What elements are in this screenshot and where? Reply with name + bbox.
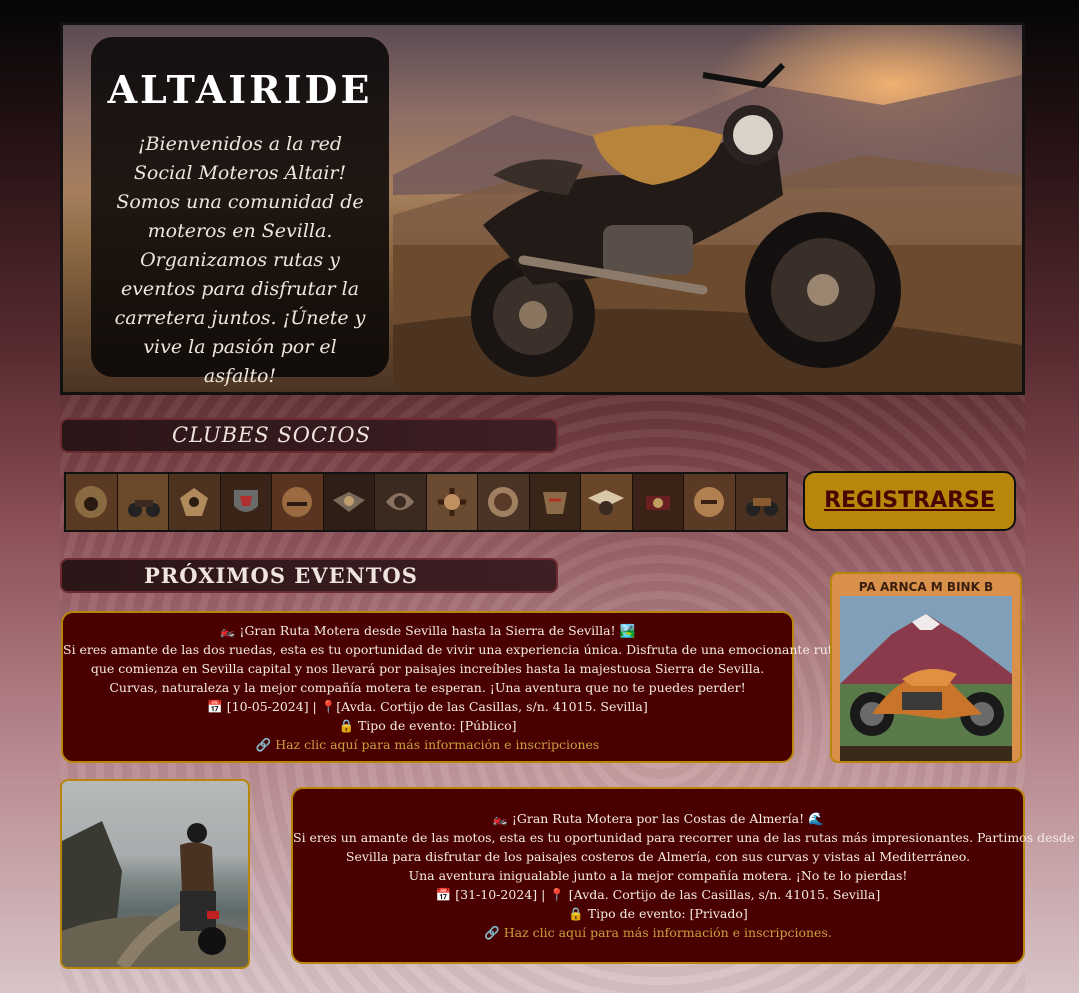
event-card: 🏍️ ¡Gran Ruta Motera por las Costas de A…: [291, 787, 1075, 964]
event-info-link[interactable]: 🔗 Haz clic aquí para más información e i…: [293, 923, 1023, 942]
event-description-line: Si eres un amante de las motos, esta es …: [293, 830, 1075, 845]
welcome-text: ¡Bienvenidos a la red Social Moteros Alt…: [114, 133, 366, 387]
event-title: 🏍️ ¡Gran Ruta Motera desde Sevilla hasta…: [219, 623, 636, 638]
event-info-link[interactable]: 🔗 Haz clic aquí para más información e i…: [63, 735, 792, 754]
club-logo[interactable]: [169, 474, 221, 530]
club-logo[interactable]: [632, 474, 684, 530]
club-logos-strip: [64, 472, 788, 532]
event-description-line: Sevilla para disfrutar de los paisajes c…: [345, 849, 971, 864]
event-date-location: 📅 [10-05-2024] | 📍[Avda. Cortijo de las …: [207, 699, 648, 714]
club-logo[interactable]: [684, 474, 736, 530]
clubs-heading: CLUBES SOCIOS: [60, 418, 558, 453]
club-logo[interactable]: [529, 474, 581, 530]
event-type: 🔒 Tipo de evento: [Público]: [338, 718, 517, 733]
event-description-line: Una aventura inigualable junto a la mejo…: [408, 868, 908, 883]
rider-coast-photo: [60, 779, 250, 969]
event-date-location: 📅 [31-10-2024] | 📍 [Avda. Cortijo de las…: [435, 887, 881, 902]
hero-welcome-card: ALTAIRIDE ¡Bienvenidos a la red Social M…: [91, 37, 389, 387]
event-description-line: Curvas, naturaleza y la mejor compañía m…: [109, 680, 746, 695]
club-logo[interactable]: [220, 474, 272, 530]
club-logo[interactable]: [581, 474, 633, 530]
event-description-line: que comienza en Sevilla capital y nos ll…: [90, 661, 765, 676]
event-poster-image: PA ARNCA M BINK B: [830, 572, 1022, 763]
event-title: 🏍️ ¡Gran Ruta Motera por las Costas de A…: [492, 811, 824, 826]
event-type: 🔒 Tipo de evento: [Privado]: [568, 906, 748, 921]
club-logo[interactable]: [66, 474, 118, 530]
register-button[interactable]: REGISTRARSE: [803, 471, 1016, 531]
club-logo[interactable]: [375, 474, 427, 530]
site-title: ALTAIRIDE: [107, 67, 373, 112]
event-card: 🏍️ ¡Gran Ruta Motera desde Sevilla hasta…: [61, 611, 841, 763]
club-logo[interactable]: [323, 474, 375, 530]
club-logo[interactable]: [478, 474, 530, 530]
event-description-line: Si eres amante de las dos ruedas, esta e…: [63, 642, 841, 657]
club-logo[interactable]: [735, 474, 786, 530]
poster-illustration: [832, 574, 1020, 761]
club-logo[interactable]: [117, 474, 169, 530]
poster-title: PA ARNCA M BINK B: [858, 580, 994, 594]
club-logo[interactable]: [272, 474, 324, 530]
events-heading: PRÓXIMOS EVENTOS: [60, 558, 558, 593]
hero-banner: ALTAIRIDE ¡Bienvenidos a la red Social M…: [60, 22, 1025, 395]
club-logo[interactable]: [426, 474, 478, 530]
